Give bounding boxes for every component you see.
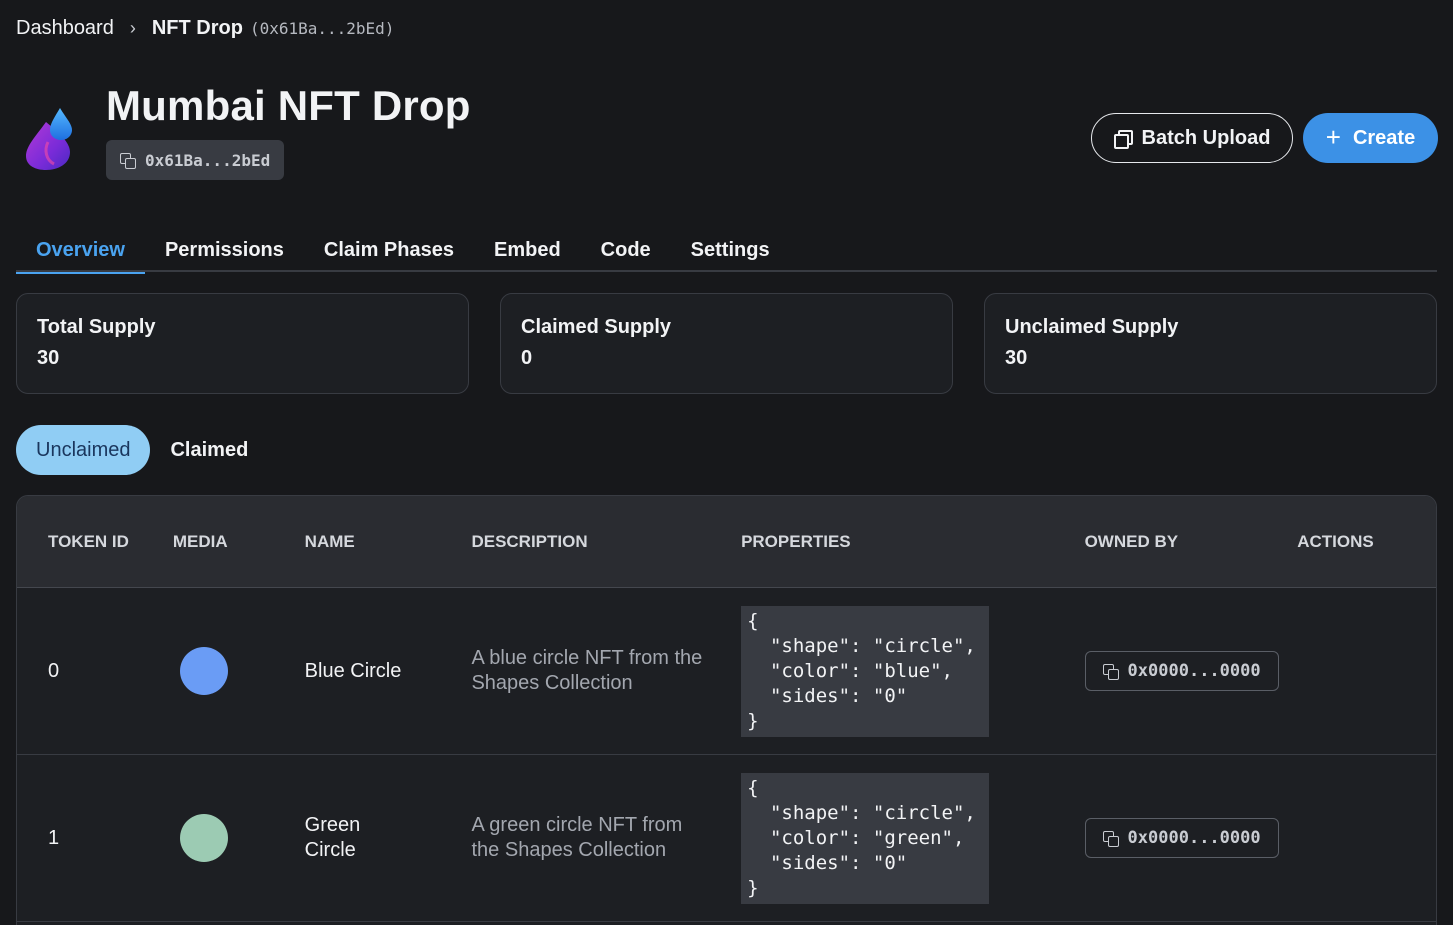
claim-filter-toggle: Unclaimed Claimed <box>16 425 268 475</box>
nft-name: Green Circle <box>304 814 361 861</box>
nft-drop-logo-icon <box>26 108 72 170</box>
properties-cell: { "shape": "circle", "color": "green", "… <box>712 772 1043 904</box>
breadcrumb: Dashboard › NFT Drop (0x61Ba...2bEd) <box>16 17 394 40</box>
media-cell <box>143 647 276 695</box>
nft-media-thumbnail <box>179 647 228 695</box>
nft-table: TOKEN ID MEDIA NAME DESCRIPTION PROPERTI… <box>16 495 1437 925</box>
stat-card-claimed-supply: Claimed Supply 0 <box>500 293 953 394</box>
nft-name: Blue Circle <box>304 659 402 682</box>
nft-properties-json: { "shape": "circle", "color": "green", "… <box>741 772 990 904</box>
tab-embed[interactable]: Embed <box>474 228 581 272</box>
header-description: DESCRIPTION <box>471 531 588 551</box>
stat-card-unclaimed-supply: Unclaimed Supply 30 <box>984 293 1437 394</box>
create-button[interactable]: + Create <box>1303 113 1438 163</box>
nft-description: A green circle NFT from the Shapes Colle… <box>471 814 683 861</box>
tab-overview[interactable]: Overview <box>16 228 145 274</box>
breadcrumb-current: NFT Drop <box>151 17 243 39</box>
batch-upload-icon <box>1113 130 1133 149</box>
owner-address-copy-button[interactable]: 0x0000...0000 <box>1084 818 1279 858</box>
table-row[interactable]: 1 Green Circle A green circle NFT from t… <box>17 755 1436 922</box>
token-id: 0 <box>48 659 60 682</box>
nft-media-thumbnail <box>179 814 228 862</box>
copy-icon <box>1102 663 1119 680</box>
create-label: Create <box>1352 126 1416 149</box>
stat-label: Total Supply <box>37 316 156 338</box>
owner-cell: 0x0000...0000 <box>1044 651 1298 691</box>
stat-value: 30 <box>37 347 60 369</box>
supply-stats: Total Supply 30 Claimed Supply 0 Unclaim… <box>16 293 1437 394</box>
stat-label: Unclaimed Supply <box>1005 316 1179 338</box>
batch-upload-button[interactable]: Batch Upload <box>1091 113 1293 163</box>
page-title: Mumbai NFT Drop <box>106 82 471 129</box>
batch-upload-label: Batch Upload <box>1141 126 1271 149</box>
table-row[interactable]: 0 Blue Circle A blue circle NFT from the… <box>17 588 1436 755</box>
copy-icon <box>120 152 136 169</box>
unclaimed-filter-button[interactable]: Unclaimed <box>16 425 151 475</box>
contract-address-copy-button[interactable]: 0x61Ba...2bEd <box>106 140 285 180</box>
claimed-filter-button[interactable]: Claimed <box>150 425 268 475</box>
properties-cell: { "shape": "circle", "color": "blue", "s… <box>712 605 1044 737</box>
copy-icon <box>1102 830 1119 847</box>
owner-address-copy-button[interactable]: 0x0000...0000 <box>1084 651 1279 691</box>
stat-value: 0 <box>521 347 533 369</box>
owner-address: 0x0000...0000 <box>1127 828 1261 848</box>
page: Dashboard › NFT Drop (0x61Ba...2bEd) Mum… <box>0 0 1453 925</box>
header-name: NAME <box>304 531 355 551</box>
plus-icon: + <box>1325 121 1341 152</box>
owner-cell: 0x0000...0000 <box>1044 818 1298 858</box>
header-properties: PROPERTIES <box>741 531 851 551</box>
table-header: TOKEN ID MEDIA NAME DESCRIPTION PROPERTI… <box>17 496 1436 588</box>
header-actions: ACTIONS <box>1297 531 1374 551</box>
nft-properties-json: { "shape": "circle", "color": "blue", "s… <box>741 605 990 737</box>
stat-card-total-supply: Total Supply 30 <box>16 293 469 394</box>
stat-label: Claimed Supply <box>521 316 672 338</box>
stat-value: 30 <box>1005 347 1028 369</box>
breadcrumb-address: (0x61Ba...2bEd) <box>249 19 395 38</box>
tab-code[interactable]: Code <box>581 228 671 272</box>
tab-settings[interactable]: Settings <box>671 228 790 272</box>
tab-permissions[interactable]: Permissions <box>145 228 304 272</box>
nft-description: A blue circle NFT from the Shapes Collec… <box>471 647 703 694</box>
token-id: 1 <box>48 826 60 849</box>
breadcrumb-chevron-icon: › <box>129 18 136 38</box>
header-owned-by: OWNED BY <box>1084 531 1179 551</box>
contract-tabs: Overview Permissions Claim Phases Embed … <box>16 228 1437 274</box>
contract-address: 0x61Ba...2bEd <box>145 150 271 170</box>
breadcrumb-dashboard-link[interactable]: Dashboard <box>16 17 114 40</box>
tab-claim-phases[interactable]: Claim Phases <box>304 228 474 272</box>
header-token-id: TOKEN ID <box>48 531 129 551</box>
owner-address: 0x0000...0000 <box>1127 661 1261 681</box>
media-cell <box>143 814 276 862</box>
header-media: MEDIA <box>172 531 228 551</box>
